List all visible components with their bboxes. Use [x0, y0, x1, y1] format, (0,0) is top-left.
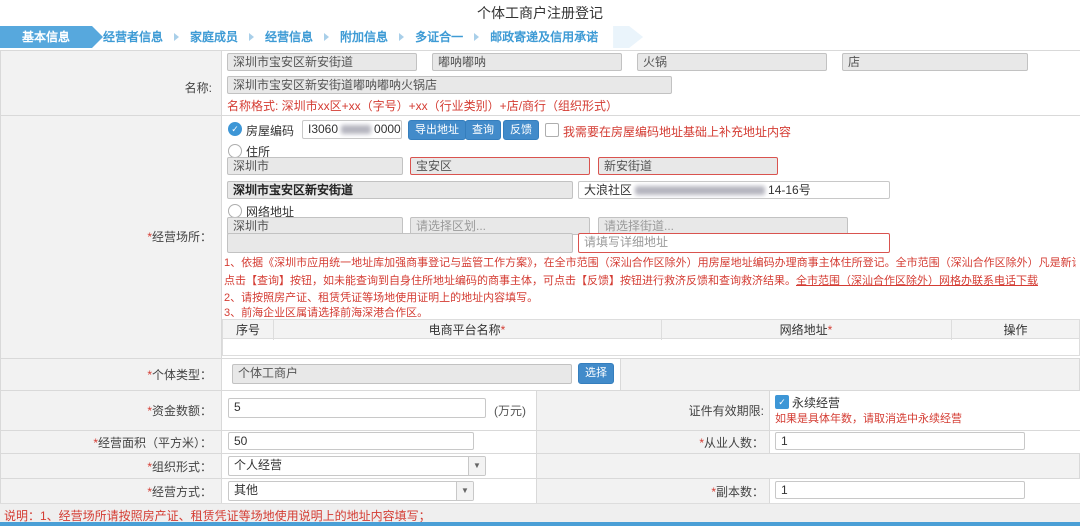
name-format-hint: 名称格式: 深圳市xx区+xx（字号）+xx（行业类别）+店/商行（组织形式）	[227, 99, 619, 113]
network-address-radio[interactable]	[228, 204, 242, 218]
platform-table-body	[222, 339, 1080, 356]
name-part2-input: 嘟呐嘟呐	[432, 53, 622, 71]
address-detail-input[interactable]: 大浪社区 14-16号	[578, 181, 890, 199]
tab-additional-info[interactable]: 附加信息	[329, 26, 399, 48]
registration-form-page: 个体工商户注册登记 基本信息 经营者信息 家庭成员 经营信息 附加信息 多证合一…	[0, 0, 1080, 526]
chevron-down-icon: ▼	[456, 482, 473, 500]
tab-postal-credit[interactable]: 邮政寄递及信用承诺	[479, 26, 609, 48]
name-part3-input: 火锅	[637, 53, 827, 71]
premises-note-1: 1、依据《深圳市应用统一地址库加强商事登记与监管工作方案》，在全市范围（深汕合作…	[224, 257, 1076, 269]
staff-row-label: *从业人数：	[699, 436, 764, 450]
col-network-address: 网络地址*	[661, 320, 952, 340]
perpetual-operation-checkbox[interactable]: ✓	[775, 395, 789, 409]
feedback-button[interactable]: 反馈	[503, 120, 539, 140]
address-prefix-input: 深圳市宝安区新安街道	[227, 181, 573, 199]
export-address-button[interactable]: 导出地址	[408, 120, 466, 140]
redacted-text	[635, 186, 766, 196]
supplement-address-label: 我需要在房屋编码地址基础上补充地址内容	[563, 125, 792, 139]
house-code-input[interactable]: I3060000002	[302, 120, 402, 139]
validity-hint: 如果是具体年数，请取消选中永续经营	[775, 413, 962, 425]
step-tabbar: 基本信息 经营者信息 家庭成员 经营信息 附加信息 多证合一 邮政寄递及信用承诺	[0, 26, 1080, 48]
name-part1-input: 深圳市宝安区新安街道	[227, 53, 417, 71]
name-row-label: 名称:	[184, 81, 212, 95]
footer-note-line1: 说明：1、经营场所请按照房产证、租赁凭证等场地使用说明上的地址内容填写；	[4, 509, 431, 523]
capital-unit-label: (万元)	[494, 404, 526, 418]
grid-office-phone-link[interactable]: 全市范围（深汕合作区除外）网格办联系电话下载	[796, 275, 1038, 287]
tab-ghost-arrow	[613, 26, 644, 48]
residence-radio[interactable]	[228, 144, 242, 158]
house-code-radio-label: 房屋编码	[246, 124, 295, 138]
street-input: 新安街道	[598, 157, 778, 175]
tab-family-members[interactable]: 家庭成员	[179, 26, 249, 48]
area-row-label: *经营面积（平方米）：	[93, 436, 212, 450]
detail-readonly-input	[227, 233, 573, 253]
mode-select[interactable]: 其他 ▼	[228, 481, 474, 501]
col-action: 操作	[1003, 323, 1028, 337]
query-button[interactable]: 查询	[465, 120, 501, 140]
validity-row-label: 证件有效期限:	[688, 404, 764, 418]
supplement-address-checkbox[interactable]	[545, 123, 559, 137]
staff-input[interactable]: 1	[775, 432, 1025, 450]
org-form-select[interactable]: 个人经营 ▼	[228, 456, 486, 476]
choose-type-button[interactable]: 选择	[578, 363, 614, 384]
premises-note-2: 点击【查询】按钮，如未能查询到自身住所地址编码的商事主体，可点击【反馈】按钮进行…	[224, 275, 1038, 287]
platform-table-header: 序号 电商平台名称* 网络地址* 操作	[222, 319, 1080, 340]
tab-basic-info[interactable]: 基本信息	[0, 26, 103, 48]
full-name-input: 深圳市宝安区新安街道嘟呐嘟呐火锅店	[227, 76, 672, 94]
mode-row-label: *经营方式：	[147, 485, 212, 499]
tab-multi-cert[interactable]: 多证合一	[404, 26, 474, 48]
name-part4-input: 店	[842, 53, 1028, 71]
house-code-radio[interactable]: ✓	[228, 122, 242, 136]
tab-operator-info[interactable]: 经营者信息	[92, 26, 174, 48]
col-index: 序号	[223, 320, 274, 340]
detail-address-input[interactable]: 请填写详细地址	[578, 233, 890, 253]
page-title: 个体工商户注册登记	[477, 5, 603, 21]
type-row-label: *个体类型：	[147, 368, 212, 382]
copies-row-label: *副本数：	[711, 485, 764, 499]
type-input: 个体工商户	[232, 364, 572, 384]
premises-note-3: 2、请按照房产证、租赁凭证等场地使用证明上的地址内容填写。	[224, 292, 539, 304]
col-platform-name: 电商平台名称*	[273, 320, 662, 340]
org-right-cell	[536, 453, 1080, 478]
tab-business-info[interactable]: 经营信息	[254, 26, 324, 48]
chevron-down-icon: ▼	[468, 457, 485, 475]
copies-input[interactable]: 1	[775, 481, 1025, 499]
city-input: 深圳市	[227, 157, 403, 175]
bottom-blue-bar	[0, 522, 1080, 526]
capital-input[interactable]: 5	[228, 398, 486, 418]
perpetual-operation-label: 永续经营	[792, 396, 841, 410]
district-input: 宝安区	[410, 157, 590, 175]
premises-row-label: *经营场所：	[147, 230, 212, 244]
org-row-label: *组织形式：	[147, 460, 212, 474]
type-right-cell	[620, 358, 1080, 390]
area-input[interactable]: 50	[228, 432, 474, 450]
premises-note-4: 3、前海企业区属请选择前海深港合作区。	[224, 307, 429, 319]
capital-row-label: *资金数额：	[147, 404, 212, 418]
redacted-text	[341, 125, 372, 135]
